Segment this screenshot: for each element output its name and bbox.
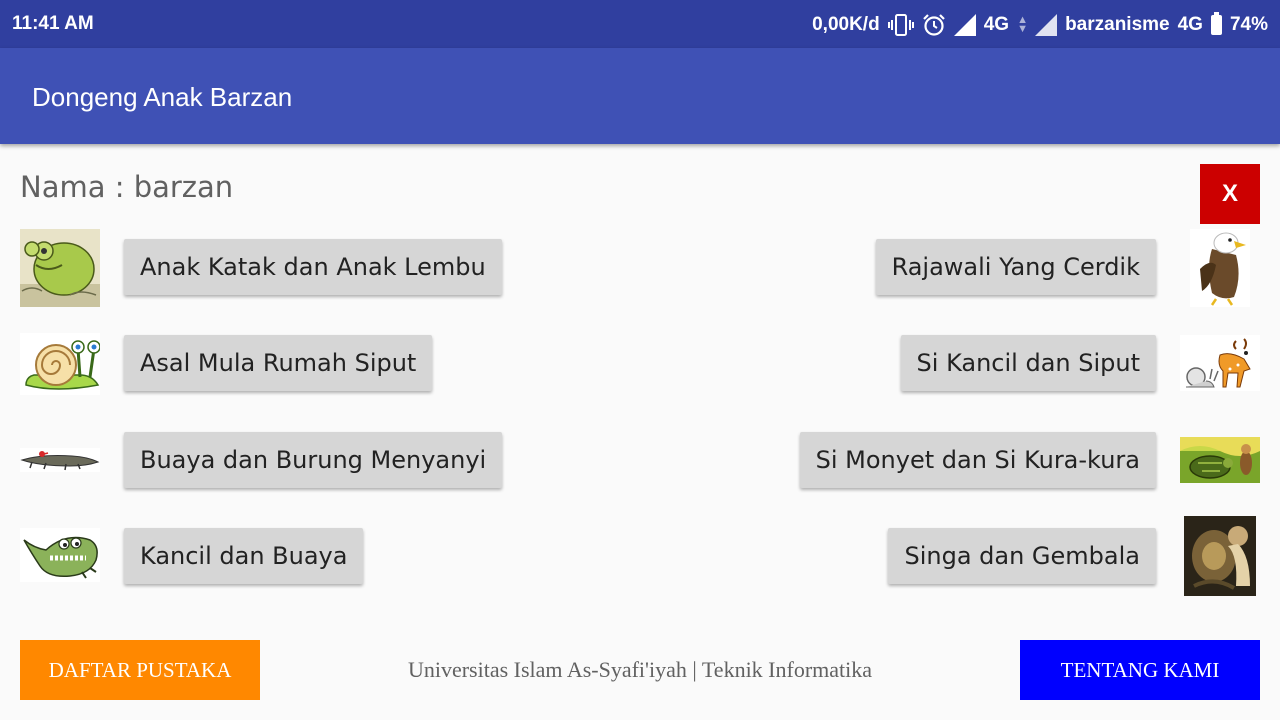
crocodile-icon bbox=[20, 448, 100, 472]
credit-text: Universitas Islam As-Syafi'iyah | Teknik… bbox=[407, 657, 873, 682]
app-bar: Dongeng Anak Barzan bbox=[0, 48, 1280, 144]
battery-icon bbox=[1210, 12, 1222, 35]
status-indicators: 0,00K/d 4G ▲ ▼ barzanisme 4G 74% bbox=[812, 12, 1268, 37]
battery-percent: 74% bbox=[1229, 14, 1268, 35]
deer-snail-icon bbox=[1180, 335, 1260, 391]
network-type-1: 4G bbox=[983, 14, 1010, 35]
data-arrows-icon: ▲ ▼ bbox=[1017, 14, 1028, 35]
crocodile-cartoon-icon bbox=[20, 528, 100, 582]
story-button-kancil-siput[interactable]: Si Kancil dan Siput bbox=[900, 335, 1156, 391]
story-button-buaya-burung[interactable]: Buaya dan Burung Menyanyi bbox=[124, 432, 503, 488]
about-button[interactable]: TENTANG KAMI bbox=[1020, 640, 1260, 700]
story-button-asal-mula-rumah-siput[interactable]: Asal Mula Rumah Siput bbox=[124, 335, 433, 391]
alarm-icon bbox=[922, 14, 945, 36]
carrier-name: barzanisme bbox=[1065, 14, 1170, 35]
frog-icon bbox=[20, 229, 100, 307]
story-button-singa-gembala[interactable]: Singa dan Gembala bbox=[888, 528, 1156, 584]
signal-icon-2 bbox=[1035, 14, 1058, 36]
eagle-icon bbox=[1190, 229, 1250, 307]
story-button-rajawali[interactable]: Rajawali Yang Cerdik bbox=[875, 239, 1156, 295]
monkey-turtle-icon bbox=[1180, 437, 1260, 483]
network-speed: 0,00K/d bbox=[812, 14, 880, 35]
app-title: Dongeng Anak Barzan bbox=[32, 82, 293, 112]
status-bar: 11:41 AM 0,00K/d 4G ▲ ▼ barzanisme 4G 74% bbox=[0, 0, 1280, 48]
story-button-monyet-kura[interactable]: Si Monyet dan Si Kura-kura bbox=[799, 432, 1156, 488]
references-button[interactable]: DAFTAR PUSTAKA bbox=[20, 640, 260, 700]
snail-icon bbox=[20, 333, 100, 395]
story-button-anak-katak[interactable]: Anak Katak dan Anak Lembu bbox=[124, 239, 502, 295]
status-time: 11:41 AM bbox=[12, 13, 94, 34]
vibrate-icon bbox=[887, 14, 914, 36]
signal-icon bbox=[953, 14, 976, 36]
user-name-label: Nama : barzan bbox=[20, 170, 234, 204]
lion-shepherd-icon bbox=[1184, 516, 1256, 596]
story-button-kancil-buaya[interactable]: Kancil dan Buaya bbox=[124, 528, 364, 584]
network-type-2: 4G bbox=[1177, 14, 1203, 35]
close-button[interactable]: X bbox=[1200, 164, 1260, 224]
